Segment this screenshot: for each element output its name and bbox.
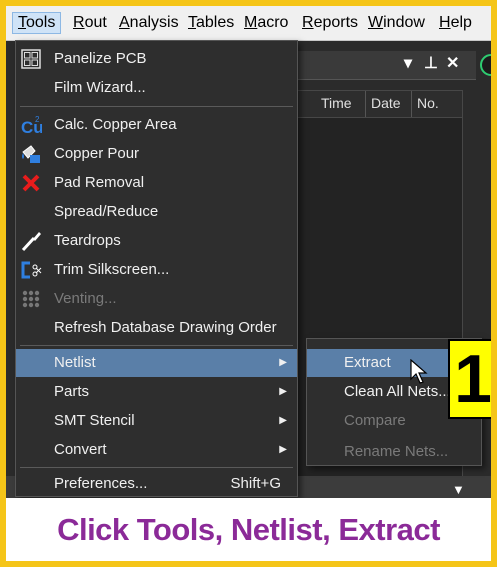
- submenu-item-label: Clean All Nets...: [344, 383, 451, 400]
- menu-item-trim-silkscreen[interactable]: Trim Silkscreen...: [16, 256, 297, 284]
- menu-item-label: Copper Pour: [54, 145, 140, 162]
- menu-item-label: Parts: [54, 383, 90, 400]
- tools-menu: Panelize PCB Film Wizard... Cu 2 Calc. C…: [15, 40, 298, 497]
- menu-item-film-wizard[interactable]: Film Wizard...: [16, 74, 297, 102]
- table-header: Time Date No.: [277, 91, 462, 118]
- submenu-item-rename-nets: Rename Nets...: [307, 440, 481, 464]
- menu-item-label: SMT Stencil: [54, 412, 135, 429]
- menu-item-label: Refresh Database Drawing Order: [54, 319, 277, 336]
- menu-item-netlist[interactable]: Netlist ▶: [16, 349, 297, 377]
- menu-macro[interactable]: Macro: [239, 12, 293, 34]
- trim-silkscreen-icon: [21, 261, 42, 279]
- menu-item-preferences[interactable]: Preferences... Shift+G: [16, 470, 297, 498]
- menu-item-label: Panelize PCB: [54, 50, 147, 67]
- caption-banner: Click Tools, Netlist, Extract: [6, 498, 491, 561]
- menu-item-label: Preferences...: [54, 475, 148, 492]
- panel-header: ▾ ⊥ ✕: [276, 51, 476, 80]
- svg-text:2: 2: [35, 115, 40, 124]
- menu-reports[interactable]: Reports: [297, 12, 363, 34]
- menu-item-label: Netlist: [54, 354, 96, 371]
- menu-window[interactable]: Window: [363, 12, 430, 34]
- column-time[interactable]: Time: [321, 95, 352, 111]
- menu-item-label: Pad Removal: [54, 174, 145, 191]
- app-window: Tools Rout Analysis Tables Macro Reports…: [6, 6, 491, 561]
- menu-item-label: Calc. Copper Area: [54, 116, 177, 133]
- chevron-down-icon[interactable]: ▼: [452, 482, 465, 497]
- teardrops-icon: [21, 232, 41, 252]
- column-date[interactable]: Date: [371, 95, 401, 111]
- submenu-item-label: Rename Nets...: [344, 443, 449, 460]
- panelize-icon: [21, 49, 41, 69]
- column-no[interactable]: No.: [417, 95, 439, 111]
- menu-item-refresh-database[interactable]: Refresh Database Drawing Order: [16, 314, 297, 342]
- chevron-right-icon: ▶: [279, 386, 287, 397]
- menu-help[interactable]: Help: [434, 12, 477, 34]
- menu-item-spread-reduce[interactable]: Spread/Reduce: [16, 198, 297, 226]
- green-tab-icon[interactable]: [480, 54, 491, 76]
- caption-text: Click Tools, Netlist, Extract: [57, 512, 440, 547]
- menu-item-label: Trim Silkscreen...: [54, 261, 170, 278]
- copper-area-icon: Cu 2: [21, 115, 42, 136]
- menu-analysis[interactable]: Analysis: [114, 12, 184, 34]
- chevron-down-icon[interactable]: ▾: [404, 53, 412, 73]
- menu-item-parts[interactable]: Parts ▶: [16, 378, 297, 406]
- menu-item-label: Venting...: [54, 290, 117, 307]
- submenu-item-label: Extract: [344, 354, 391, 371]
- copper-pour-icon: [22, 145, 40, 163]
- menu-item-label: Film Wizard...: [54, 79, 146, 96]
- menu-item-label: Convert: [54, 441, 107, 458]
- menu-tools[interactable]: Tools: [12, 12, 62, 34]
- pin-icon[interactable]: ⊥: [424, 53, 438, 73]
- mouse-cursor-icon: [410, 359, 428, 384]
- menu-item-pad-removal[interactable]: Pad Removal: [16, 169, 297, 197]
- pad-removal-icon: [22, 174, 40, 192]
- menu-item-convert[interactable]: Convert ▶: [16, 436, 297, 464]
- menu-item-smt-stencil[interactable]: SMT Stencil ▶: [16, 407, 297, 435]
- chevron-right-icon: ▶: [279, 415, 287, 426]
- chevron-right-icon: ▶: [279, 444, 287, 455]
- menu-item-venting: Venting...: [16, 285, 297, 313]
- shortcut-label: Shift+G: [230, 475, 281, 492]
- submenu-item-label: Compare: [344, 412, 406, 429]
- menu-item-panelize-pcb[interactable]: Panelize PCB: [16, 45, 297, 73]
- menu-item-teardrops[interactable]: Teardrops: [16, 227, 297, 255]
- step-badge: 1: [448, 339, 491, 419]
- menu-rout[interactable]: Rout: [68, 12, 112, 34]
- menu-item-calc-copper-area[interactable]: Cu 2 Calc. Copper Area: [16, 111, 297, 139]
- menu-item-label: Teardrops: [54, 232, 121, 249]
- menu-item-copper-pour[interactable]: Copper Pour: [16, 140, 297, 168]
- menu-tables[interactable]: Tables: [183, 12, 239, 34]
- menu-bar: Tools Rout Analysis Tables Macro Reports…: [6, 6, 491, 41]
- chevron-right-icon: ▶: [279, 357, 287, 368]
- close-icon[interactable]: ✕: [446, 53, 459, 73]
- menu-item-label: Spread/Reduce: [54, 203, 159, 220]
- venting-icon: [22, 290, 40, 308]
